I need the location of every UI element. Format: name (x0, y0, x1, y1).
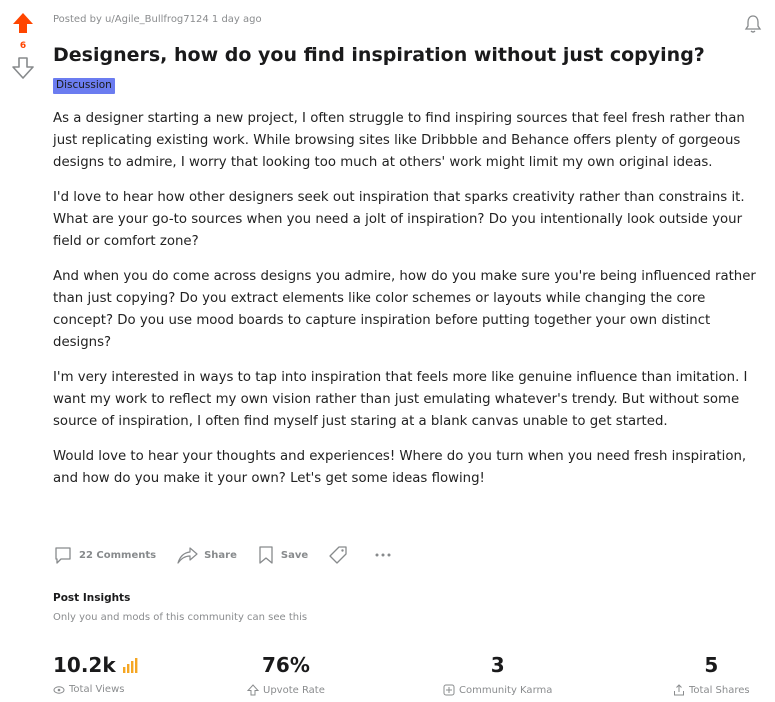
vote-score: 6 (19, 41, 27, 51)
stat-community-karma: 3 Community Karma (443, 652, 552, 696)
post-body: As a designer starting a new project, I … (53, 108, 767, 503)
stat-total-views: 10.2k Total Views (53, 652, 140, 695)
comments-button[interactable]: 22 Comments (53, 545, 156, 565)
body-paragraph: And when you do come across designs you … (53, 269, 756, 350)
stat-label: Total Shares (689, 684, 750, 696)
action-bar: 22 Comments Share Save (53, 541, 418, 569)
more-icon (375, 553, 391, 557)
stat-value: 5 (704, 653, 719, 677)
arrow-up-icon (247, 684, 259, 696)
save-label: Save (280, 549, 309, 561)
share-small-icon (674, 684, 684, 696)
insights-title: Post Insights (53, 592, 131, 604)
comment-icon (55, 547, 71, 564)
more-options-button[interactable] (374, 551, 398, 559)
eye-icon (53, 685, 65, 694)
bell-icon[interactable] (743, 14, 763, 34)
insights-subtitle: Only you and mods of this community can … (53, 612, 308, 623)
comments-label: 22 Comments (79, 549, 157, 561)
tag-button[interactable] (328, 545, 354, 565)
vote-column: 6 (8, 12, 38, 79)
post-flair[interactable]: Discussion (53, 78, 115, 94)
share-label: Share (204, 549, 237, 561)
body-paragraph: I'm very interested in ways to tap into … (53, 370, 748, 429)
post-meta[interactable]: Posted by u/Agile_Bullfrog7124 1 day ago (53, 12, 715, 28)
tag-icon (329, 546, 347, 564)
bar-chart-icon[interactable] (122, 657, 140, 673)
downvote-icon[interactable] (12, 57, 34, 79)
save-icon (259, 546, 273, 564)
stat-upvote-rate: 76% Upvote Rate (247, 652, 325, 696)
stat-value: 3 (490, 653, 505, 677)
body-paragraph: Would love to hear your thoughts and exp… (53, 449, 747, 486)
share-button[interactable]: Share (176, 545, 237, 565)
stat-label: Total Views (69, 684, 125, 695)
stat-value: 76% (262, 653, 310, 677)
post-title[interactable]: Designers, how do you find inspiration w… (53, 41, 705, 69)
post-header: Posted by u/Agile_Bullfrog7124 1 day ago (53, 12, 715, 28)
stat-label: Community Karma (459, 684, 553, 696)
stat-label: Upvote Rate (263, 684, 325, 696)
body-paragraph: As a designer starting a new project, I … (53, 111, 745, 170)
upvote-icon[interactable] (12, 12, 34, 34)
share-icon (177, 547, 198, 564)
stat-total-shares: 5 Total Shares (673, 652, 750, 696)
body-paragraph: I'd love to hear how other designers see… (53, 190, 745, 249)
karma-icon (443, 684, 455, 696)
stat-value: 10.2k (53, 653, 116, 677)
save-button[interactable]: Save (257, 545, 308, 565)
